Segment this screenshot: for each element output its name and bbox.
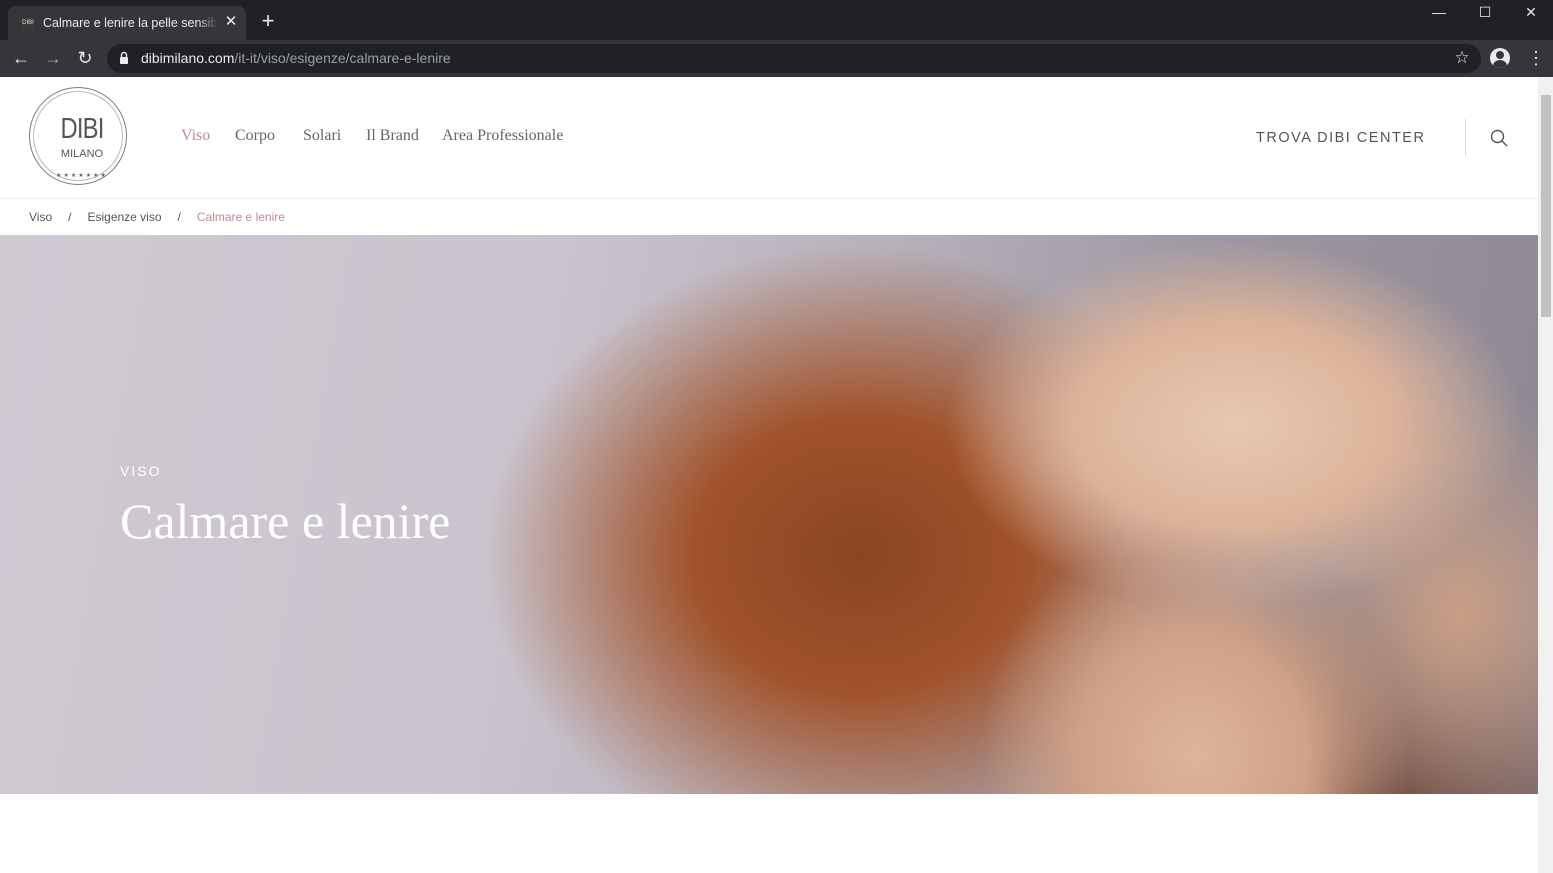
breadcrumb-separator: / (68, 210, 72, 224)
nav-item-il-brand[interactable]: Il Brand (366, 126, 419, 146)
lock-icon (120, 51, 128, 64)
close-window-icon[interactable]: ✕ (1508, 0, 1553, 26)
hero-category-label: VISO (120, 463, 162, 479)
hero-title: Calmare e lenire (120, 493, 451, 549)
nav-item-area-professionale[interactable]: Area Professionale (442, 126, 563, 146)
nav-item-corpo[interactable]: Corpo (235, 126, 275, 146)
url-text: dibimilano.com/it-it/viso/esigenze/calma… (141, 50, 451, 67)
logo-wordmark: DIBI (60, 113, 105, 145)
browser-toolbar: ← → ↻ dibimilano.com/it-it/viso/esigenze… (0, 40, 1553, 77)
nav-item-viso[interactable]: Viso (181, 126, 210, 146)
back-icon[interactable]: ← (9, 47, 33, 69)
browser-tab[interactable]: DIBI Calmare e lenire la pelle sensibile… (8, 6, 246, 40)
hero-banner: VISO Calmare e lenire (0, 235, 1538, 794)
reload-icon[interactable]: ↻ (73, 47, 97, 69)
nav-item-solari[interactable]: Solari (303, 126, 341, 146)
close-tab-icon[interactable]: ✕ (222, 13, 240, 31)
dibi-milano-logo[interactable]: DIBI MILANO ★★★★★★★ (29, 87, 127, 185)
maximize-icon[interactable]: ☐ (1462, 0, 1508, 26)
breadcrumb-esigenze-viso[interactable]: Esigenze viso (87, 210, 161, 224)
new-tab-icon[interactable]: + (258, 10, 278, 32)
breadcrumb-viso[interactable]: Viso (29, 210, 52, 224)
url-path: /it-it/viso/esigenze/calmare-e-lenire (234, 50, 451, 66)
logo-subtitle: MILANO (60, 148, 104, 160)
profile-avatar-icon[interactable] (1490, 48, 1510, 68)
address-bar[interactable]: dibimilano.com/it-it/viso/esigenze/calma… (107, 44, 1481, 73)
web-page: DIBI MILANO ★★★★★★★ Viso Corpo Solari Il… (0, 77, 1538, 873)
breadcrumb: Viso / Esigenze viso / Calmare e lenire (29, 210, 285, 225)
search-icon[interactable] (1490, 129, 1508, 147)
site-header: DIBI MILANO ★★★★★★★ Viso Corpo Solari Il… (0, 77, 1538, 199)
minimize-icon[interactable]: — (1416, 0, 1462, 26)
logo-stars: ★★★★★★★ (56, 173, 108, 179)
forward-icon[interactable]: → (41, 47, 65, 69)
tab-title: Calmare e lenire la pelle sensibile (43, 14, 218, 32)
scrollbar-thumb[interactable] (1541, 95, 1551, 317)
url-host: dibimilano.com (141, 50, 235, 66)
bookmark-star-icon[interactable]: ☆ (1453, 49, 1471, 67)
header-divider (1465, 119, 1466, 156)
favicon-icon: DIBI (22, 17, 34, 29)
breadcrumb-separator: / (177, 210, 181, 224)
browser-menu-icon[interactable]: ⋮ (1527, 48, 1545, 68)
breadcrumb-current: Calmare e lenire (196, 210, 285, 224)
trova-dibi-center-link[interactable]: TROVA DIBI CENTER (1256, 129, 1425, 147)
browser-tab-bar: DIBI Calmare e lenire la pelle sensibile… (0, 0, 1553, 40)
logo-ring: DIBI MILANO ★★★★★★★ (33, 91, 123, 181)
